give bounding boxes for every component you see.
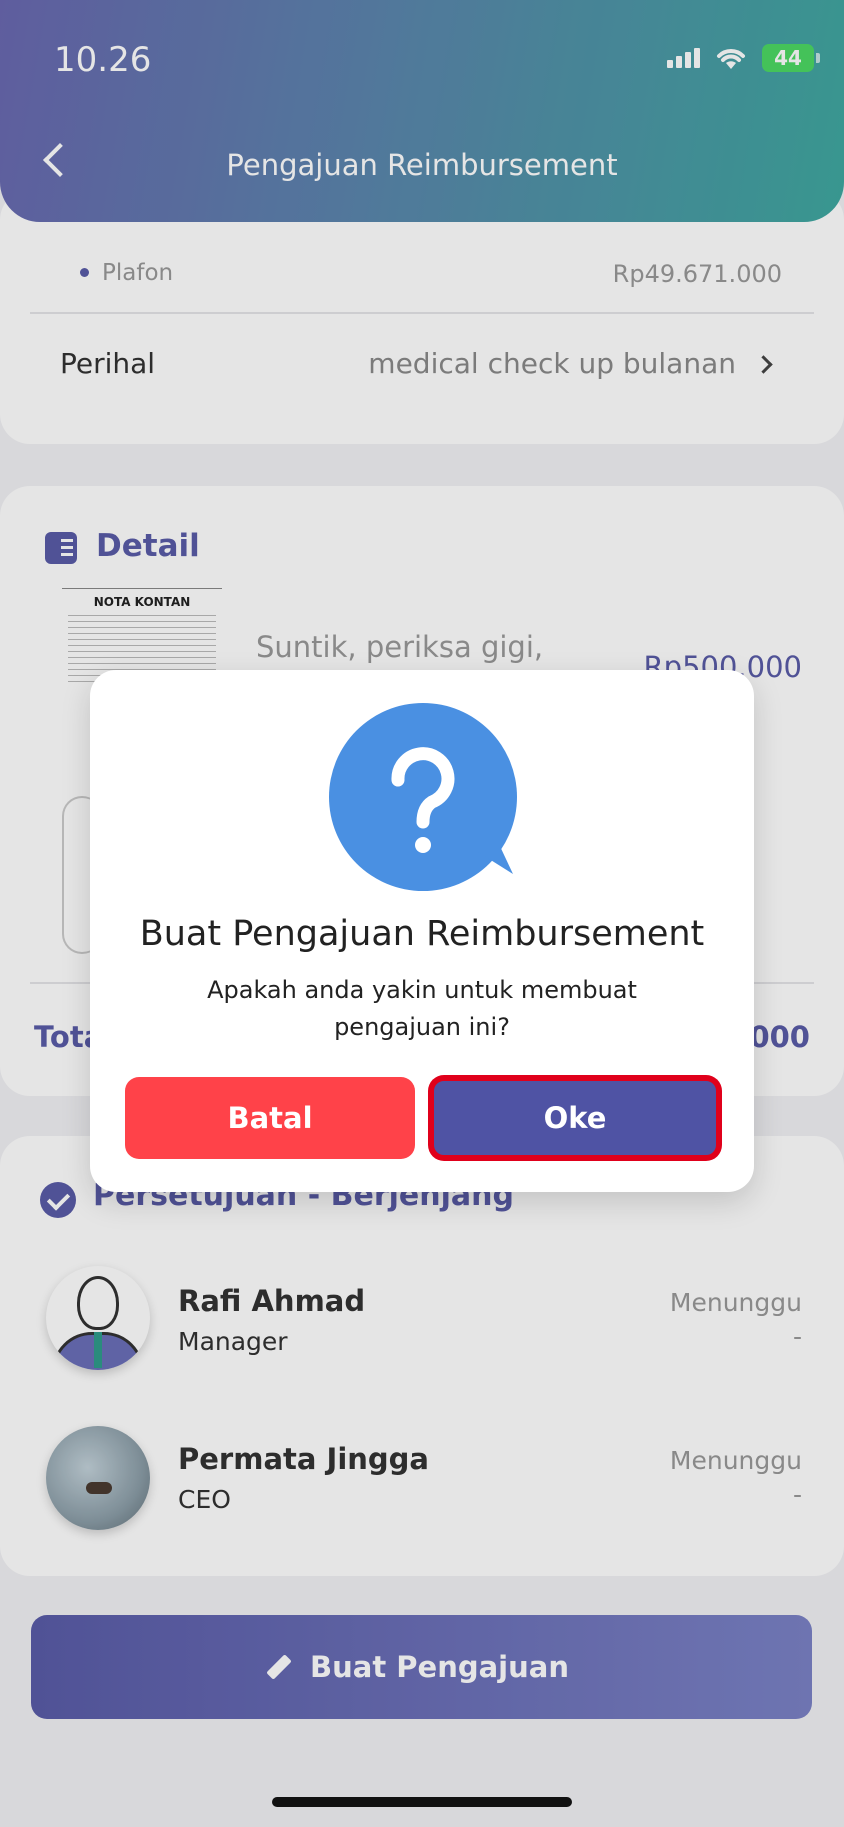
dialog-title: Buat Pengajuan Reimbursement bbox=[139, 914, 705, 954]
cancel-button[interactable]: Batal bbox=[125, 1077, 415, 1159]
ok-button[interactable]: Oke bbox=[430, 1077, 720, 1159]
confirm-dialog: Buat Pengajuan Reimbursement Apakah anda… bbox=[90, 670, 754, 1192]
home-indicator[interactable] bbox=[272, 1797, 572, 1807]
question-icon bbox=[329, 703, 517, 891]
dialog-message: Apakah anda yakin untuk membuat pengajua… bbox=[207, 976, 637, 1041]
